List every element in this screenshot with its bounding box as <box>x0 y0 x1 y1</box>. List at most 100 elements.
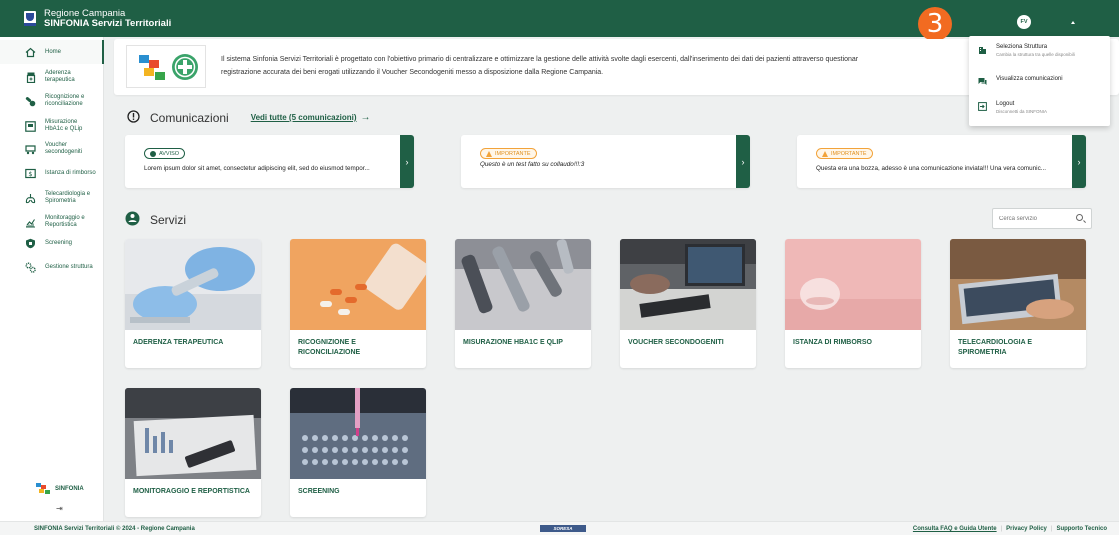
service-card-label: ISTANZA DI RIMBORSO <box>793 339 872 346</box>
badge-label: IMPORTANTE <box>495 150 531 157</box>
sidebar-item-gestione[interactable]: Gestione struttura <box>0 255 104 279</box>
screening-photo <box>290 388 426 479</box>
sinfonia-hero-logo <box>126 45 206 88</box>
pill-bottle-icon <box>25 72 36 83</box>
menu-item-seleziona-struttura[interactable]: Seleziona Struttura Cambia la struttura … <box>969 44 1110 57</box>
footer-links: Consulta FAQ e Guida Utente | Privacy Poli… <box>912 526 1107 532</box>
collapse-icon[interactable]: ⇥ <box>56 504 63 513</box>
communications-header: Comunicazioni Vedi tutte (5 comunicazion… <box>127 110 371 125</box>
sidebar-item-label: Telecardiologia e Spirometria <box>45 191 91 204</box>
sidebar-item-label: Ricognizione e riconciliazione <box>45 94 85 107</box>
sidebar-item-label: Gestione struttura <box>45 263 93 270</box>
service-card-voucher[interactable]: VOUCHER SECONDOGENITI <box>620 239 756 368</box>
lungs-icon <box>25 193 36 204</box>
services-title: Servizi <box>150 212 187 227</box>
sidebar-item-telecardiologia[interactable]: Telecardiologia e Spirometria <box>0 186 104 210</box>
tech-support-link[interactable]: Supporto Tecnico <box>1056 526 1107 532</box>
svg-text:$: $ <box>28 170 32 178</box>
search-icon[interactable] <box>1076 214 1083 221</box>
gears-icon <box>25 262 36 273</box>
service-card-label: ADERENZA TERAPEUTICA <box>133 339 224 346</box>
sinfonia-logo: SINFONIA <box>36 483 84 495</box>
menu-item-subtitle: Disconnetti da SINFONIA <box>996 109 1048 114</box>
communication-card[interactable]: AVVISO Lorem ipsum dolor sit amet, conse… <box>125 135 414 188</box>
warning-icon <box>822 150 828 157</box>
service-card-label: MONITORAGGIO E REPORTISTICA <box>133 488 250 495</box>
sidebar-item-ricognizione[interactable]: Ricognizione e riconciliazione <box>0 89 104 113</box>
see-all-communications-link[interactable]: Vedi tutte (5 comunicazioni) <box>251 113 357 122</box>
chevron-up-icon[interactable] <box>1071 21 1075 24</box>
avviso-badge: AVVISO <box>144 148 186 159</box>
faq-guide-link[interactable]: Consulta FAQ e Guida Utente <box>913 526 997 532</box>
sidebar-item-label: Screening <box>45 239 73 246</box>
sidebar: Home Aderenza terapeutica Ricognizione e… <box>0 37 104 521</box>
sidebar-item-voucher[interactable]: Voucher secondogeniti <box>0 137 104 161</box>
services-header: Servizi <box>125 211 186 228</box>
shield-icon <box>25 238 36 249</box>
intro-text-line2: registrazione accurata dei beni erogati … <box>221 69 604 76</box>
communication-text-body: Questo è un test fatto su collaudo!!!:3 <box>480 161 585 168</box>
menu-item-visualizza-comunicazioni[interactable]: Visualizza comunicazioni <box>969 76 1110 86</box>
sinfonia-logo-text: SINFONIA <box>55 486 84 492</box>
footer: SINFONIA Servizi Territoriali © 2024 - R… <box>0 521 1119 535</box>
brand-app-name: SINFONIA Servizi Territoriali <box>44 17 172 29</box>
service-card-aderenza[interactable]: ADERENZA TERAPEUTICA <box>125 239 261 368</box>
communication-text: Lorem ipsum dolor sit amet, consectetur … <box>144 165 392 172</box>
services-icon <box>125 211 140 228</box>
service-search-box[interactable] <box>992 208 1092 229</box>
service-card-monitoraggio[interactable]: MONITORAGGIO E REPORTISTICA <box>125 388 261 517</box>
communication-text-body: Lorem ipsum dolor sit amet, consectetur … <box>144 165 370 172</box>
service-card-label: VOUCHER SECONDOGENITI <box>628 339 724 346</box>
sinfonia-logo-icon <box>36 483 50 494</box>
app-brand[interactable]: Regione Campania SINFONIA Servizi Territ… <box>44 9 171 28</box>
warning-icon <box>486 150 492 157</box>
communication-card[interactable]: IMPORTANTE Questa era una bozza, adesso … <box>797 135 1086 188</box>
privacy-policy-link[interactable]: Privacy Policy <box>1006 526 1047 532</box>
step-number-badge: 3 <box>918 7 952 41</box>
menu-item-title: Logout <box>996 101 1015 107</box>
open-communication-button[interactable]: › <box>400 135 414 188</box>
importante-badge: IMPORTANTE <box>480 148 537 159</box>
chat-icon <box>978 77 987 86</box>
sidebar-item-label: Monitoraggio e Reportistica <box>45 215 85 228</box>
service-card-misurazione[interactable]: MISURAZIONE HBA1C E QLIP <box>455 239 591 368</box>
communication-card[interactable]: IMPORTANTE Questo è un test fatto su col… <box>461 135 750 188</box>
sidebar-item-label: Istanza di rimborso <box>45 169 96 176</box>
voucher-photo <box>620 239 756 330</box>
service-card-screening[interactable]: SCREENING <box>290 388 426 517</box>
arrow-right-icon[interactable]: → <box>361 112 371 123</box>
money-icon: $ <box>25 168 36 179</box>
user-menu-dropdown: Seleziona Struttura Cambia la struttura … <box>969 36 1110 126</box>
top-bar: Regione Campania SINFONIA Servizi Territ… <box>0 0 1119 41</box>
sidebar-item-istanza[interactable]: $ Istanza di rimborso <box>0 161 104 185</box>
communication-text-body: Questa era una bozza, adesso è una comun… <box>816 165 1046 172</box>
sidebar-item-screening[interactable]: Screening <box>0 231 104 255</box>
menu-item-logout[interactable]: Logout Disconnetti da SINFONIA <box>969 101 1110 114</box>
telecardiologia-photo <box>950 239 1086 330</box>
soresa-logo: SORESA <box>540 525 586 532</box>
service-search-input[interactable] <box>999 213 1069 225</box>
open-communication-button[interactable]: › <box>1072 135 1086 188</box>
sidebar-item-misurazione[interactable]: Misurazione HbA1c e QLip <box>0 114 104 138</box>
communications-title: Comunicazioni <box>150 110 229 125</box>
menu-item-title: Seleziona Struttura <box>996 44 1048 50</box>
menu-item-subtitle: Cambia la struttura tra quelle disponibi… <box>996 52 1075 57</box>
chart-icon <box>25 217 36 228</box>
building-icon <box>978 45 987 54</box>
alert-circle-icon <box>127 110 140 125</box>
service-card-label: RICOGNIZIONE E RICONCILIAZIONE <box>298 339 361 356</box>
monitoraggio-photo <box>125 388 261 479</box>
service-card-istanza[interactable]: ISTANZA DI RIMBORSO <box>785 239 921 368</box>
open-communication-button[interactable]: › <box>736 135 750 188</box>
sidebar-item-aderenza[interactable]: Aderenza terapeutica <box>0 65 104 89</box>
user-avatar[interactable]: FV <box>1017 15 1031 29</box>
sidebar-item-home[interactable]: Home <box>0 40 104 64</box>
service-card-ricognizione[interactable]: RICOGNIZIONE E RICONCILIAZIONE <box>290 239 426 368</box>
logout-icon <box>978 102 987 111</box>
service-card-telecardiologia[interactable]: TELECARDIOLOGIA E SPIROMETRIA <box>950 239 1086 368</box>
service-card-label: MISURAZIONE HBA1C E QLIP <box>463 339 563 346</box>
stroller-icon <box>25 144 36 155</box>
communication-text: Questo è un test fatto su collaudo!!!:3 <box>480 161 728 168</box>
info-dot-icon <box>150 150 156 157</box>
pills-icon <box>25 96 36 107</box>
